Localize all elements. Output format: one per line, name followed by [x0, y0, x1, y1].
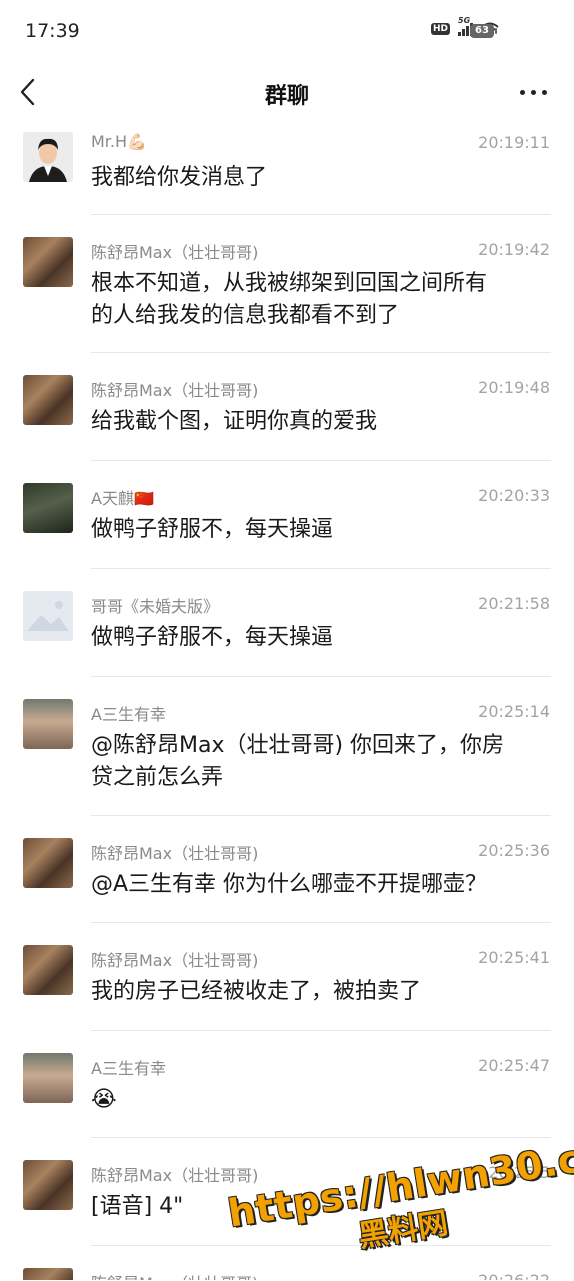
divider: [91, 568, 551, 569]
message-line: @A三生有幸 你为什么哪壶不开提哪壶？: [91, 872, 488, 897]
message-line: 给我截个图，证明你真的爱我: [91, 409, 378, 434]
page-title: 群聊: [264, 84, 309, 109]
message-time: 20:25:47: [478, 1056, 550, 1075]
avatar[interactable]: [23, 375, 73, 425]
message-text[interactable]: @陈舒昂Max（壮壮哥哥) 你回来了，你房 贷之前怎么弄: [91, 730, 551, 794]
message-line: 贷之前怎么弄: [91, 765, 224, 790]
avatar[interactable]: [23, 591, 73, 641]
sender-name: A天麒🇨🇳: [91, 489, 154, 508]
sender-name: 哥哥《未婚夫版》: [91, 597, 220, 616]
sender-name: A三生有幸: [91, 1059, 166, 1078]
divider: [91, 214, 551, 215]
message-text[interactable]: 😭: [91, 1084, 551, 1116]
divider: [91, 460, 551, 461]
message-line: 根本不知道，从我被绑架到回国之间所有: [91, 271, 488, 296]
sender-name: 陈舒昂Max（壮壮哥哥): [91, 1270, 258, 1280]
crying-emoji: 😭: [91, 1087, 117, 1112]
message-line: 做鸭子舒服不，每天操逼: [91, 625, 334, 650]
avatar-suit-man-icon: [23, 132, 73, 182]
divider: [91, 352, 551, 353]
divider: [91, 815, 551, 816]
sender-name: 陈舒昂Max（壮壮哥哥): [91, 951, 259, 970]
message-time: 20:25:41: [478, 948, 550, 967]
sender-name: 陈舒昂Max（壮壮哥哥): [91, 381, 259, 400]
network-type-label: 5G: [458, 16, 471, 25]
message-line: @陈舒昂Max（壮壮哥哥) 你回来了，你房: [91, 733, 505, 758]
message-text[interactable]: 我都给你发消息了: [91, 162, 551, 194]
message-text[interactable]: 给我截个图，证明你真的爱我: [91, 406, 551, 438]
divider: [91, 676, 551, 677]
sender-name: 陈舒昂Max（壮壮哥哥): [91, 1166, 259, 1185]
message-time: 20:19:42: [478, 240, 550, 259]
more-dots-icon[interactable]: [520, 90, 548, 96]
avatar[interactable]: [23, 1160, 73, 1210]
message-time: 20:25:36: [478, 841, 550, 860]
message-text[interactable]: 我的房子已经被收走了，被拍卖了: [91, 976, 551, 1008]
message-time: 20:26:22: [478, 1271, 550, 1280]
battery-icon: 63: [470, 24, 494, 38]
sender-name: A三生有幸: [91, 705, 166, 724]
status-bar: 17:39 HD 5G 63: [0, 0, 574, 62]
message-text[interactable]: 根本不知道，从我被绑架到回国之间所有 的人给我发的信息我都看不到了: [91, 268, 551, 332]
message-time: 20:19:11: [478, 133, 550, 152]
message-line: 的人给我发的信息我都看不到了: [91, 303, 400, 328]
message-line: 我的房子已经被收走了，被拍卖了: [91, 979, 422, 1004]
sender-name: 陈舒昂Max（壮壮哥哥): [91, 844, 259, 863]
divider: [91, 922, 551, 923]
message-text[interactable]: 做鸭子舒服不，每天操逼: [91, 514, 551, 546]
avatar[interactable]: [23, 237, 73, 287]
message-time: 20:25:14: [478, 702, 550, 721]
message-line: 我都给你发消息了: [91, 165, 268, 190]
sender-name: 陈舒昂Max（壮壮哥哥): [91, 243, 259, 262]
avatar[interactable]: [23, 1268, 73, 1280]
message-time: 20:21:58: [478, 594, 550, 613]
avatar[interactable]: [23, 1053, 73, 1103]
hd-icon: HD: [430, 23, 450, 35]
avatar[interactable]: [23, 483, 73, 533]
image-placeholder-icon: [23, 591, 73, 641]
divider: [91, 1030, 551, 1031]
nav-bar: 群聊: [0, 62, 574, 124]
sender-name: Mr.H💪🏻: [91, 132, 147, 151]
message-time: 20:19:48: [478, 378, 550, 397]
avatar[interactable]: [23, 699, 73, 749]
avatar[interactable]: [23, 838, 73, 888]
message-text[interactable]: @A三生有幸 你为什么哪壶不开提哪壶？: [91, 869, 551, 901]
divider: [91, 1137, 551, 1138]
battery-tip: [495, 28, 497, 34]
message-text[interactable]: 做鸭子舒服不，每天操逼: [91, 622, 551, 654]
status-time: 17:39: [25, 20, 80, 42]
message-time: 20:20:33: [478, 486, 550, 505]
message-list[interactable]: Mr.H💪🏻 20:19:11 我都给你发消息了 陈舒昂Max（壮壮哥哥) 20…: [0, 124, 574, 1280]
avatar[interactable]: [23, 132, 73, 182]
message-line: 做鸭子舒服不，每天操逼: [91, 517, 334, 542]
avatar[interactable]: [23, 945, 73, 995]
